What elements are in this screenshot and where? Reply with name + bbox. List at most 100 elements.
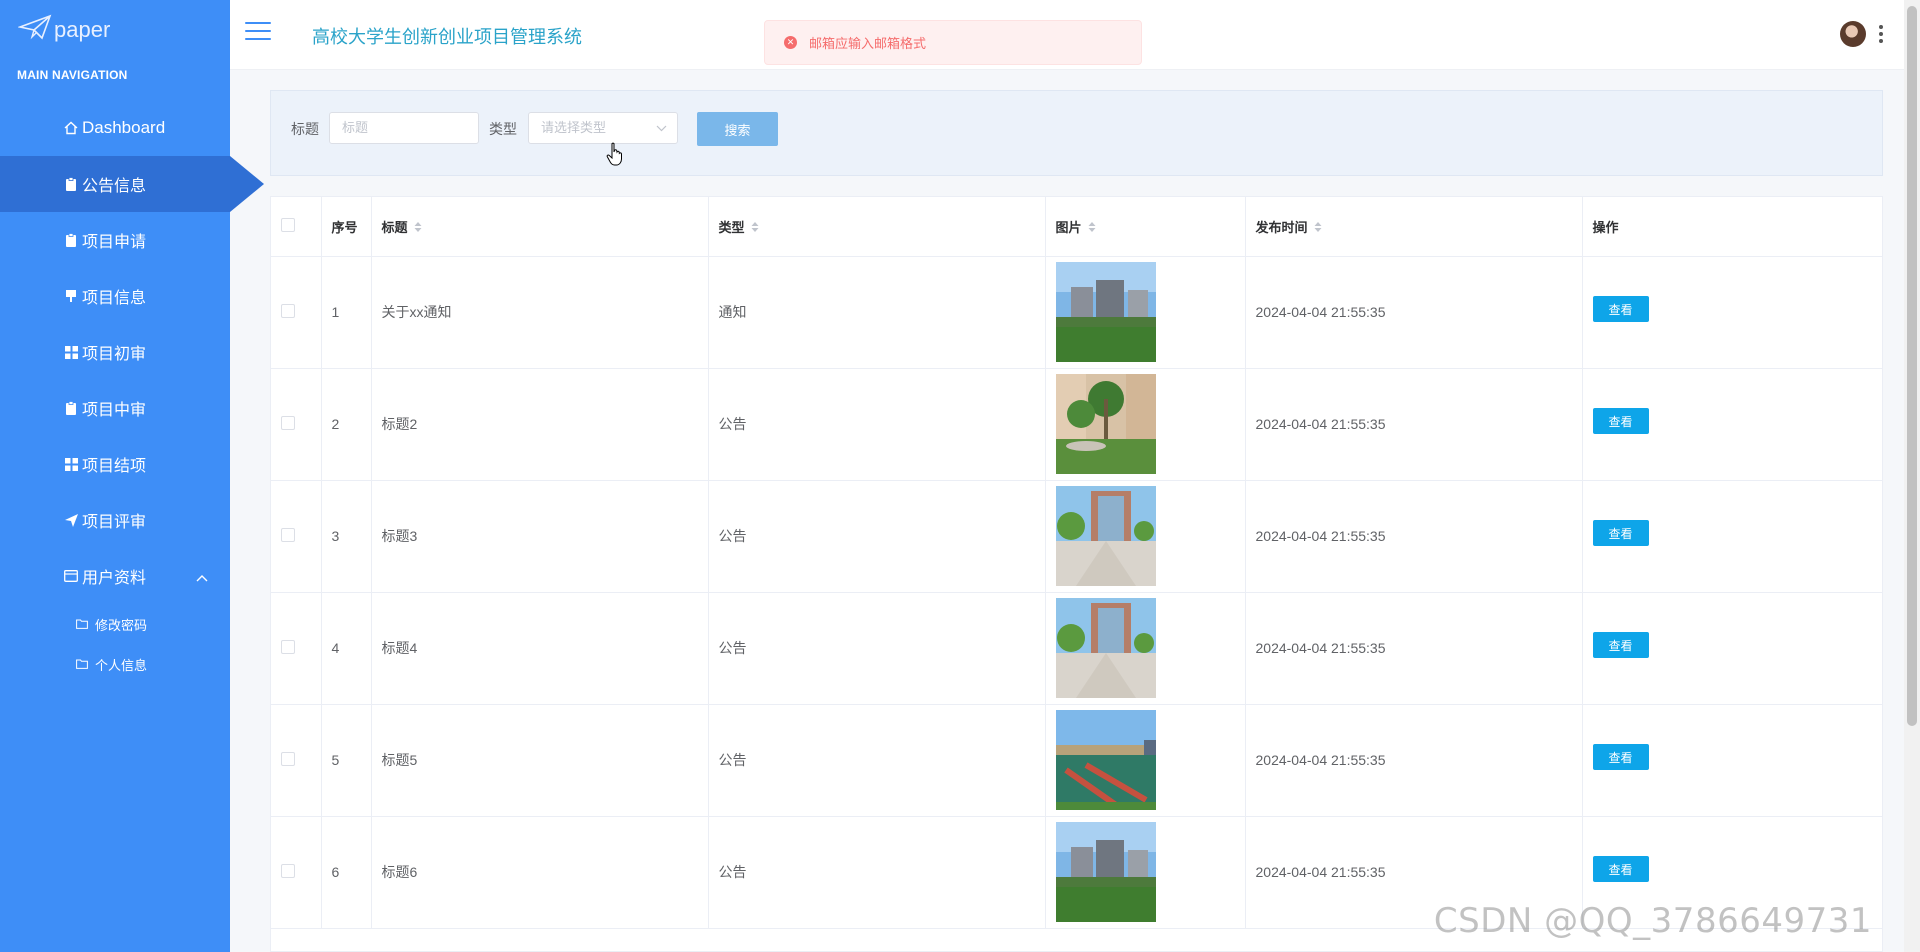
sidebar-item-completion[interactable]: 项目结项: [0, 436, 230, 492]
row-image-cell: [1045, 368, 1246, 481]
page-scrollbar[interactable]: [1904, 0, 1920, 952]
row-thumbnail-image[interactable]: [1055, 710, 1156, 810]
row-image-cell: [1045, 816, 1246, 929]
sort-icon[interactable]: [414, 221, 422, 236]
row-index: 6: [321, 816, 372, 929]
column-header-image[interactable]: 图片: [1045, 197, 1246, 257]
row-publish-time: 2024-04-04 21:55:35: [1245, 704, 1583, 817]
row-index: 5: [321, 704, 372, 817]
view-button[interactable]: 查看: [1592, 632, 1649, 658]
row-index: 1: [321, 256, 372, 369]
sort-icon[interactable]: [1088, 221, 1096, 236]
home-icon: [64, 121, 78, 135]
column-header-title[interactable]: 标题: [371, 197, 709, 257]
sidebar-item-project-apply[interactable]: 项目申请: [0, 212, 230, 268]
sidebar-item-project-info[interactable]: 项目信息: [0, 268, 230, 324]
sidebar-item-label: 项目初审: [82, 346, 147, 363]
sort-icon[interactable]: [751, 221, 759, 236]
row-checkbox[interactable]: [281, 751, 295, 766]
row-checkbox[interactable]: [281, 303, 295, 318]
watermark: CSDN @QQ_3786649731: [1433, 901, 1872, 941]
sidebar-item-initial-review[interactable]: 项目初审: [0, 324, 230, 380]
select-all-checkbox[interactable]: [281, 217, 295, 232]
folder-icon: [76, 619, 88, 629]
row-checkbox[interactable]: [281, 863, 295, 878]
row-action-cell: 查看: [1582, 704, 1882, 817]
avatar[interactable]: [1840, 21, 1866, 47]
logo[interactable]: paper: [0, 0, 230, 60]
row-image-cell: [1045, 256, 1246, 369]
clipboard-icon: [64, 233, 78, 247]
type-filter-label: 类型: [489, 121, 517, 137]
row-title: 标题6: [371, 816, 709, 929]
paper-plane-icon: [17, 14, 54, 46]
view-button[interactable]: 查看: [1592, 408, 1649, 434]
menu-toggle-icon[interactable]: [245, 22, 271, 44]
row-action-cell: 查看: [1582, 256, 1882, 369]
title-search-input[interactable]: 标题: [329, 112, 479, 144]
toast-message: 邮箱应输入邮箱格式: [809, 36, 927, 51]
sort-icon[interactable]: [1314, 221, 1322, 236]
column-header-type[interactable]: 类型: [708, 197, 1046, 257]
row-thumbnail-image[interactable]: [1055, 374, 1156, 474]
row-select-cell: [271, 480, 322, 593]
view-button[interactable]: 查看: [1592, 296, 1649, 322]
system-title: 高校大学生创新创业项目管理系统: [312, 27, 582, 47]
sidebar-item-mid-review[interactable]: 项目中审: [0, 380, 230, 436]
sidebar-item-label: 项目结项: [82, 458, 147, 475]
grid-icon: [64, 457, 78, 471]
row-thumbnail-image[interactable]: [1055, 598, 1156, 698]
sidebar-subitem-change-password[interactable]: 修改密码: [0, 604, 230, 644]
row-checkbox[interactable]: [281, 639, 295, 654]
table-row: 3 标题3 公告 2024-04-04 21:55:35 查看: [271, 480, 1882, 593]
table-row: 4 标题4 公告 2024-04-04 21:55:35 查看: [271, 592, 1882, 705]
sidebar: paper MAIN NAVIGATION Dashboard 公告信息 项目申…: [0, 0, 264, 952]
row-thumbnail-image[interactable]: [1055, 822, 1156, 922]
row-type: 公告: [708, 592, 1046, 705]
row-title: 关于xx通知: [371, 256, 709, 369]
row-thumbnail-image[interactable]: [1055, 262, 1156, 362]
type-select[interactable]: 请选择类型: [528, 112, 678, 144]
row-publish-time: 2024-04-04 21:55:35: [1245, 256, 1583, 369]
clipboard-icon: [64, 177, 78, 191]
search-button[interactable]: 搜索: [697, 112, 778, 146]
row-index: 4: [321, 592, 372, 705]
row-title: 标题2: [371, 368, 709, 481]
row-image-cell: [1045, 480, 1246, 593]
sidebar-subitem-personal-info[interactable]: 个人信息: [0, 644, 230, 684]
column-header-time[interactable]: 发布时间: [1245, 197, 1583, 257]
table-row: 2 标题2 公告 2024-04-04 21:55:35 查看: [271, 368, 1882, 481]
sidebar-item-label: 项目中审: [82, 402, 147, 419]
row-type: 公告: [708, 704, 1046, 817]
sidebar-item-label: 项目信息: [82, 290, 147, 307]
column-header-action: 操作: [1582, 197, 1882, 257]
row-select-cell: [271, 592, 322, 705]
row-image-cell: [1045, 704, 1246, 817]
type-select-placeholder: 请选择类型: [541, 120, 607, 135]
sidebar-item-evaluation[interactable]: 项目评审: [0, 492, 230, 548]
clipboard-icon: [64, 401, 78, 415]
row-action-cell: 查看: [1582, 480, 1882, 593]
more-vertical-icon[interactable]: [1879, 25, 1883, 43]
nav-section-title: MAIN NAVIGATION: [17, 68, 128, 82]
sidebar-subitem-label: 个人信息: [95, 657, 148, 673]
sidebar-item-user-profile[interactable]: 用户资料: [0, 548, 230, 604]
scrollbar-thumb[interactable]: [1907, 6, 1917, 726]
row-checkbox[interactable]: [281, 415, 295, 430]
row-image-cell: [1045, 592, 1246, 705]
sidebar-item-announcements[interactable]: 公告信息: [0, 156, 264, 212]
sidebar-item-dashboard[interactable]: Dashboard: [0, 100, 230, 156]
table-row: 5 标题5 公告 2024-04-04 21:55:35 查看: [271, 704, 1882, 817]
row-title: 标题5: [371, 704, 709, 817]
row-type: 通知: [708, 256, 1046, 369]
view-button[interactable]: 查看: [1592, 520, 1649, 546]
row-publish-time: 2024-04-04 21:55:35: [1245, 368, 1583, 481]
view-button[interactable]: 查看: [1592, 856, 1649, 882]
grid-icon: [64, 345, 78, 359]
row-publish-time: 2024-04-04 21:55:35: [1245, 592, 1583, 705]
view-button[interactable]: 查看: [1592, 744, 1649, 770]
chevron-down-icon: [656, 113, 667, 143]
logo-text: paper: [54, 17, 111, 42]
row-checkbox[interactable]: [281, 527, 295, 542]
row-thumbnail-image[interactable]: [1055, 486, 1156, 586]
